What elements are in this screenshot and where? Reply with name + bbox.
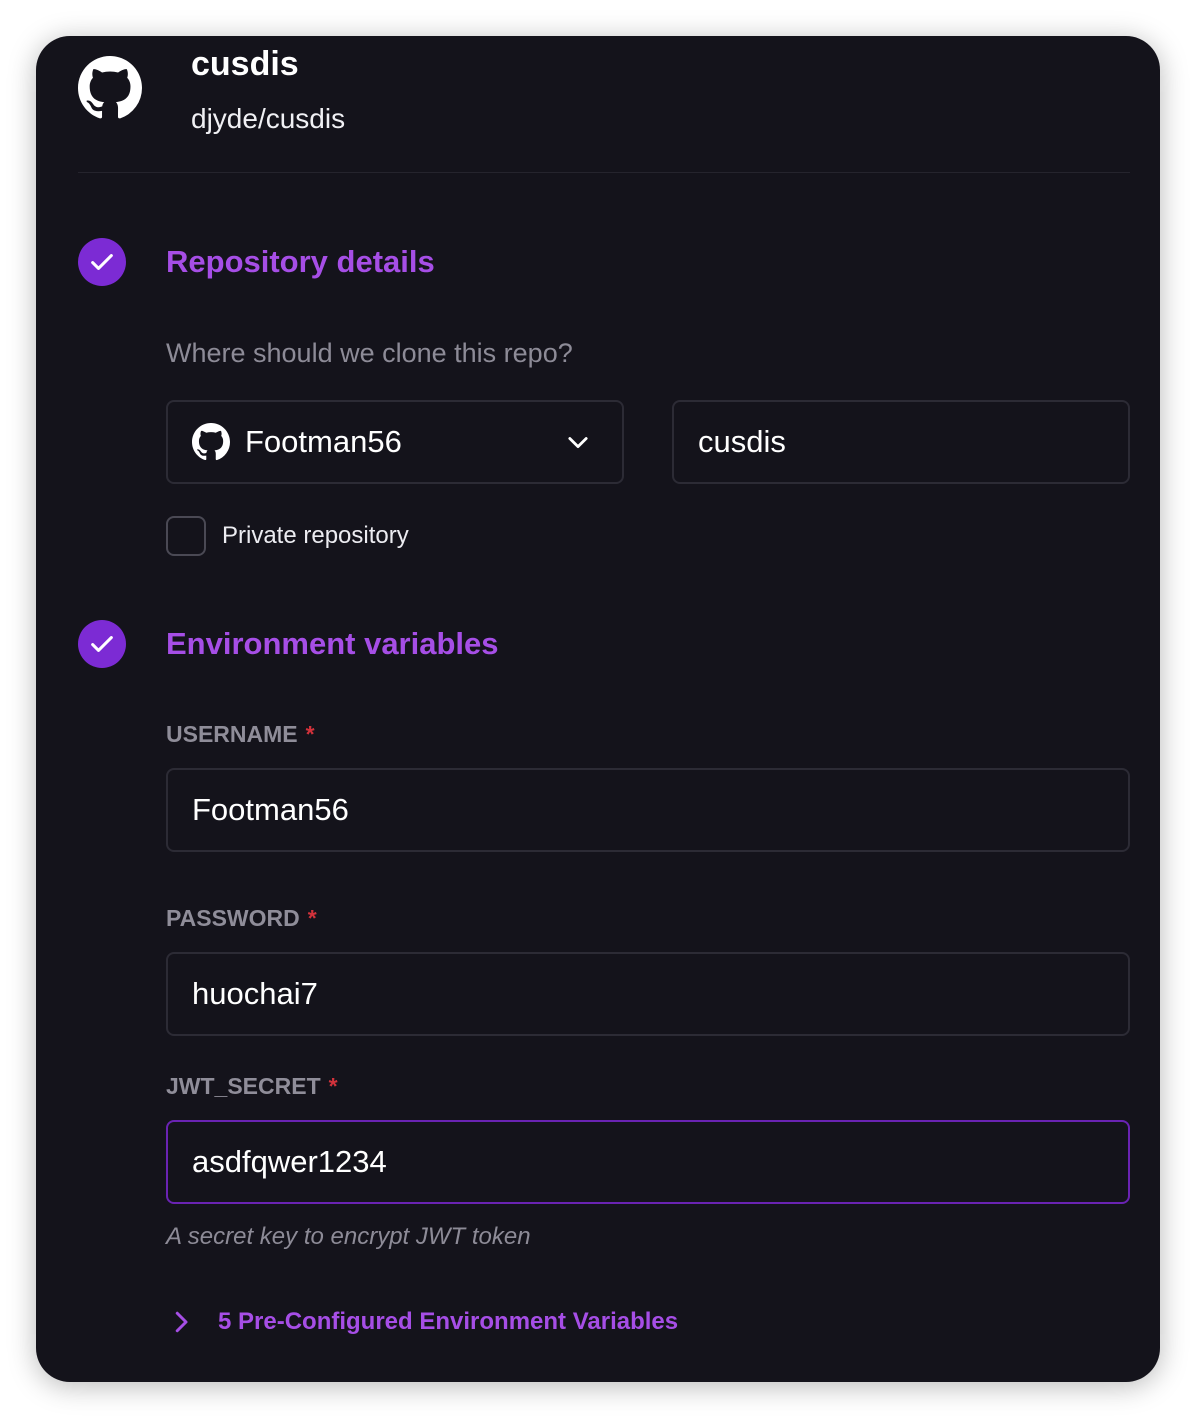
private-repository-checkbox[interactable] — [166, 516, 206, 556]
jwt-secret-input[interactable] — [166, 1120, 1130, 1204]
env-label-username: USERNAME * — [166, 719, 315, 749]
preconfigured-variables-label: 5 Pre-Configured Environment Variables — [218, 1308, 679, 1335]
owner-select[interactable]: Footman56 — [166, 400, 624, 484]
checkmark-icon — [91, 636, 113, 652]
github-icon — [192, 423, 230, 461]
owner-select-value: Footman56 — [245, 424, 402, 459]
username-input[interactable] — [166, 768, 1130, 852]
chevron-right-icon — [175, 1311, 188, 1333]
env-key: JWT_SECRET — [166, 1073, 321, 1099]
jwt-secret-hint: A secret key to encrypt JWT token — [166, 1223, 531, 1250]
github-icon — [78, 56, 142, 119]
env-key: USERNAME — [166, 721, 298, 747]
step-complete-check-icon — [78, 238, 126, 286]
header-divider — [78, 172, 1130, 173]
section-title-environment-variables: Environment variables — [166, 626, 499, 661]
env-label-password: PASSWORD * — [166, 903, 317, 933]
env-label-jwt-secret: JWT_SECRET * — [166, 1071, 338, 1101]
preconfigured-variables-toggle[interactable]: 5 Pre-Configured Environment Variables — [166, 1304, 678, 1340]
clone-repo-card: cusdis djyde/cusdis Repository details W… — [36, 36, 1160, 1382]
repo-path: djyde/cusdis — [191, 103, 346, 134]
private-repository-label: Private repository — [222, 522, 409, 549]
repo-name-input[interactable] — [672, 400, 1130, 484]
required-marker: * — [328, 1073, 338, 1099]
step-complete-check-icon — [78, 620, 126, 668]
env-key: PASSWORD — [166, 905, 300, 931]
required-marker: * — [307, 905, 317, 931]
checkmark-icon — [91, 254, 113, 270]
required-marker: * — [305, 721, 315, 747]
section-title-repository-details: Repository details — [166, 244, 435, 279]
clone-question-label: Where should we clone this repo? — [166, 338, 573, 368]
password-input[interactable] — [166, 952, 1130, 1036]
repo-name: cusdis — [191, 45, 299, 83]
chevron-down-icon — [568, 437, 588, 449]
